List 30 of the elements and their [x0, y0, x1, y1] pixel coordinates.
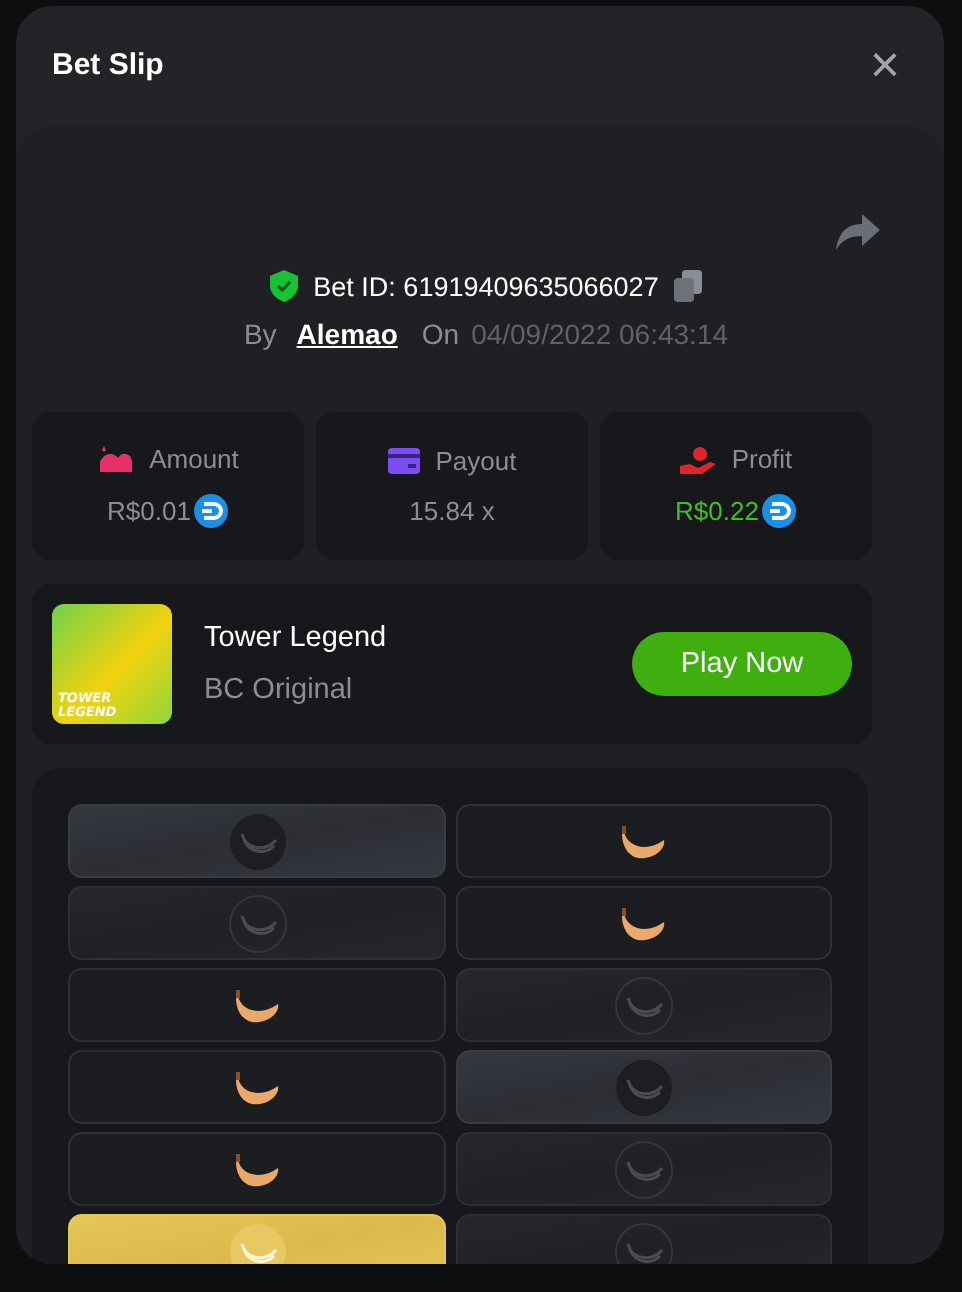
stat-label: Amount	[149, 444, 239, 474]
game-provider: BC Original	[204, 674, 355, 706]
bet-date: 04/09/2022 06:43:14	[471, 318, 729, 350]
stat-label: Profit	[731, 444, 793, 474]
stat-value: R$0.01	[107, 496, 191, 526]
card-icon	[387, 448, 420, 474]
by-label: By	[243, 318, 277, 350]
user-link[interactable]: Alemao	[296, 318, 398, 350]
stat-value: R$0.22	[675, 496, 759, 526]
bet-id: Bet ID: 61919409635066027	[313, 271, 659, 301]
on-label: On	[421, 318, 460, 350]
banana-outline-icon	[227, 893, 287, 953]
close-button[interactable]: ×	[861, 42, 908, 86]
banana-icon	[233, 1069, 281, 1105]
banana-outline-icon	[614, 1057, 674, 1117]
banana-outline-icon	[227, 811, 287, 871]
banana-icon	[233, 987, 281, 1023]
dialog-title: Bet Slip	[52, 47, 164, 81]
shield-check-icon	[269, 270, 298, 302]
banana-outline-icon	[614, 1139, 674, 1199]
stat-value: 15.84 x	[409, 496, 495, 526]
banana-outline-icon	[614, 975, 674, 1035]
share-icon[interactable]	[836, 214, 880, 250]
copy-icon[interactable]	[674, 270, 703, 302]
banana-icon	[620, 823, 668, 859]
game-name: Tower Legend	[204, 622, 389, 654]
hand-person-icon	[679, 445, 716, 473]
stat-label: Payout	[435, 446, 517, 476]
banana-icon	[233, 1151, 281, 1187]
banana-icon	[620, 905, 668, 941]
